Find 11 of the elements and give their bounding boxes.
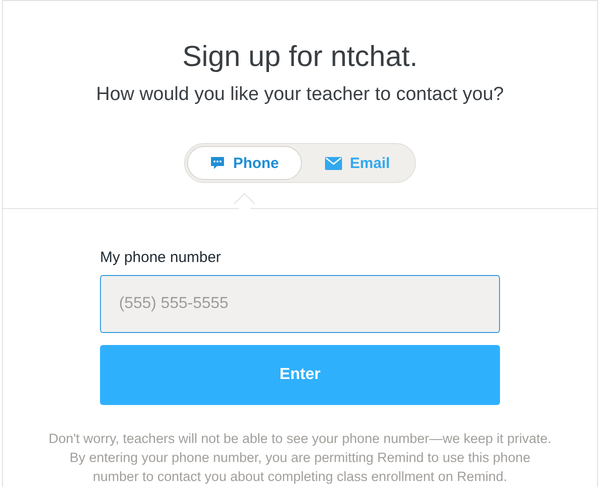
envelope-icon xyxy=(324,156,342,170)
privacy-notice: Don't worry, teachers will not be able to see your phone number—we keep it private. xyxy=(48,430,552,448)
subtitle: How would you like your teacher to contact you? xyxy=(96,84,504,106)
field-label: My phone number xyxy=(100,249,222,266)
phone-number-field[interactable]: (555) 555-5555 xyxy=(100,275,500,333)
chat-icon xyxy=(210,156,226,170)
privacy-notice: By entering your phone number, you are permitting Remind to use this phone number to contact you about completing class enrollment on Remind. xyxy=(68,449,532,486)
page-title: Sign up for ntchat. xyxy=(182,41,418,74)
contact-tab[interactable]: Email xyxy=(302,146,413,180)
enter-button[interactable]: Enter xyxy=(100,345,500,405)
contact-tab[interactable]: Phone xyxy=(187,146,302,180)
